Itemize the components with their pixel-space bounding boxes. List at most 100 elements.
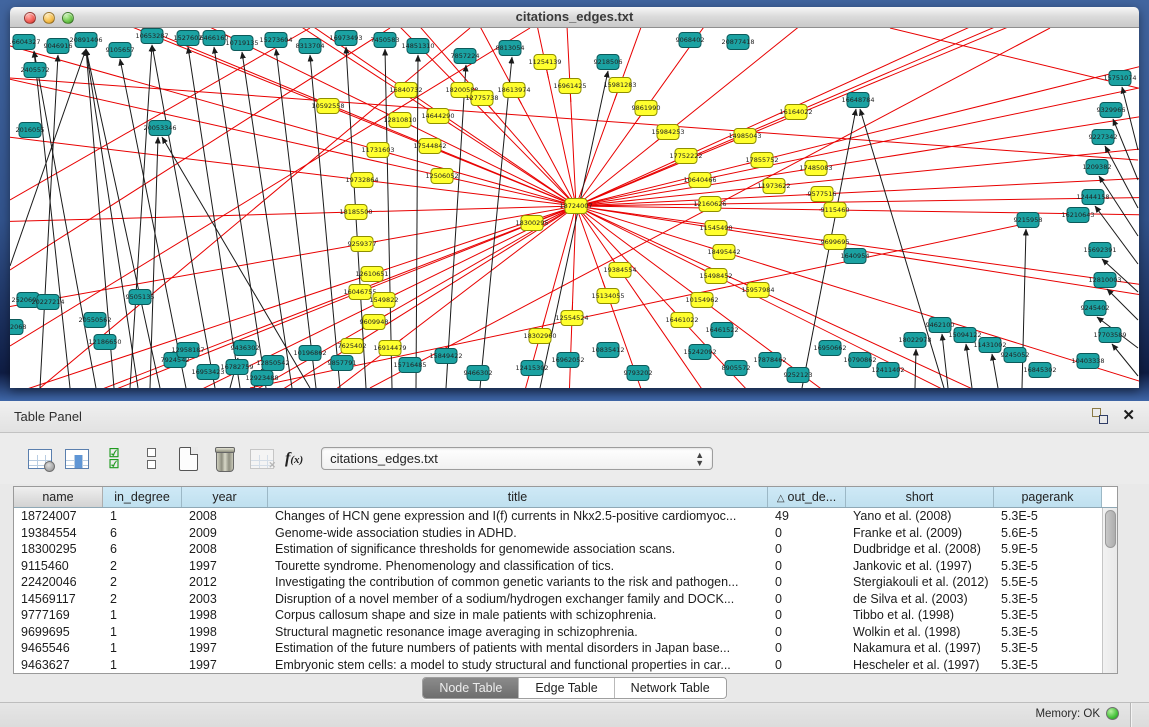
node-10403338[interactable]: 10403338 — [1071, 354, 1104, 369]
tab-network-table[interactable]: Network Table — [615, 678, 726, 698]
node-14851310[interactable]: 14851310 — [401, 39, 434, 54]
selected-node-11254139[interactable]: 11254139 — [528, 55, 561, 70]
new-table-icon[interactable] — [174, 445, 202, 473]
selected-node-16961425[interactable]: 16961425 — [553, 79, 586, 94]
column-header-in_degree[interactable]: in_degree — [103, 487, 182, 507]
selected-node-19384554[interactable]: 19384554 — [603, 263, 636, 278]
selected-node-10640466[interactable]: 10640466 — [683, 173, 716, 188]
selected-node-11545490[interactable]: 11545490 — [699, 221, 732, 236]
selected-node-9699695[interactable]: 9699695 — [821, 235, 850, 250]
selected-node-9259377[interactable]: 9259377 — [348, 237, 377, 252]
selected-node-1549822[interactable]: 1549822 — [370, 293, 399, 308]
scrollbar-thumb[interactable] — [1105, 510, 1116, 548]
node-7450583[interactable]: 7450583 — [371, 33, 400, 48]
table-settings-icon[interactable] — [26, 445, 54, 473]
node-17703589[interactable]: 17703589 — [1093, 328, 1126, 343]
node-8905572[interactable]: 8905572 — [722, 361, 751, 376]
table-row[interactable]: 1830029562008Estimation of significance … — [14, 541, 1102, 558]
node-15273604[interactable]: 15273604 — [259, 33, 292, 48]
window-titlebar[interactable]: citations_edges.txt — [10, 7, 1139, 28]
float-panel-icon[interactable] — [1092, 408, 1108, 424]
node-16973493[interactable]: 16973493 — [329, 31, 362, 46]
column-header-name[interactable]: name — [14, 487, 103, 507]
node-8813054[interactable]: 8813054 — [496, 41, 525, 56]
function-builder-icon[interactable]: f(x) — [285, 450, 303, 468]
selected-node-19732864[interactable]: 19732864 — [345, 173, 378, 188]
node-2016055[interactable]: 2016055 — [16, 123, 45, 138]
column-header-year[interactable]: year — [182, 487, 268, 507]
node-16648784[interactable]: 16648784 — [841, 93, 874, 108]
node-20877418[interactable]: 20877418 — [721, 35, 754, 50]
table-row[interactable]: 969969511998Structural magnetic resonanc… — [14, 624, 1102, 641]
close-panel-icon[interactable]: ✕ — [1122, 408, 1135, 424]
node-16962052[interactable]: 16962052 — [551, 353, 584, 368]
node-10835412[interactable]: 10835412 — [591, 343, 624, 358]
selected-node-12506052[interactable]: 12506052 — [425, 169, 458, 184]
table-selector-dropdown[interactable]: citations_edges.txt ▲▼ — [321, 447, 713, 470]
selected-node-16914479[interactable]: 16914479 — [373, 341, 406, 356]
node-1527602[interactable]: 1527602 — [174, 31, 203, 46]
node-17878462[interactable]: 17878462 — [753, 353, 786, 368]
rows-icon[interactable] — [137, 445, 165, 473]
node-20053346[interactable]: 20053346 — [143, 121, 176, 136]
node-9215958[interactable]: 9215958 — [1014, 213, 1043, 228]
selected-node-14644290[interactable]: 14644290 — [421, 109, 454, 124]
selected-node-9861990[interactable]: 9861990 — [632, 101, 661, 116]
column-header-out_de[interactable]: △out_de... — [768, 487, 846, 507]
node-12810003[interactable]: 12810003 — [1088, 273, 1121, 288]
tab-edge-table[interactable]: Edge Table — [519, 678, 614, 698]
node-18022978[interactable]: 18022978 — [898, 333, 931, 348]
node-9218506[interactable]: 9218506 — [594, 55, 623, 70]
node-9857791[interactable]: 9857791 — [328, 356, 357, 371]
table-scrollbar[interactable] — [1102, 508, 1117, 673]
nodes[interactable]: 1872400718300295193845541281081011731603… — [10, 29, 1137, 386]
selected-node-9115460[interactable]: 9115460 — [821, 203, 850, 218]
node-20550562[interactable]: 20550562 — [78, 313, 111, 328]
show-columns-icon[interactable] — [63, 445, 91, 473]
selected-node-11731603[interactable]: 11731603 — [361, 143, 394, 158]
selected-node-17855752[interactable]: 17855752 — [745, 153, 778, 168]
selected-node-17485083[interactable]: 17485083 — [799, 161, 832, 176]
table-row[interactable]: 946554611997Estimation of the future num… — [14, 640, 1102, 657]
node-9592068[interactable]: 9592068 — [10, 320, 26, 335]
node-12411402[interactable]: 12411402 — [871, 363, 904, 378]
node-9227342[interactable]: 9227342 — [1089, 130, 1118, 145]
node-15849422[interactable]: 15849422 — [429, 349, 462, 364]
node-9436302[interactable]: 9436302 — [231, 341, 260, 356]
table-row[interactable]: 911546021997Tourette syndrome. Phenomeno… — [14, 558, 1102, 575]
node-15692391[interactable]: 15692391 — [1083, 243, 1116, 258]
selected-node-15981283[interactable]: 15981283 — [603, 78, 636, 93]
node-15242092[interactable]: 15242092 — [683, 345, 716, 360]
network-view-canvas[interactable]: 1872400718300295193845541281081011731603… — [10, 28, 1139, 388]
table-row[interactable]: 1938455462009Genome-wide association stu… — [14, 525, 1102, 542]
selected-node-18495442[interactable]: 18495442 — [707, 245, 740, 260]
node-16782759[interactable]: 16782759 — [220, 360, 253, 375]
node-9505135[interactable]: 9505135 — [126, 290, 155, 305]
node-16950662[interactable]: 16950662 — [813, 341, 846, 356]
selected-node-18185500[interactable]: 18185500 — [339, 205, 372, 220]
node-9245402[interactable]: 9245402 — [1081, 301, 1110, 316]
node-1640954[interactable]: 1640954 — [841, 249, 870, 264]
selected-node-9577516[interactable]: 9577516 — [808, 187, 837, 202]
node-9245052[interactable]: 9245052 — [1001, 348, 1030, 363]
column-header-short[interactable]: short — [846, 487, 994, 507]
selected-node-12610651[interactable]: 12610651 — [355, 267, 388, 282]
node-12186650[interactable]: 12186650 — [88, 335, 121, 350]
network-graph[interactable]: 1872400718300295193845541281081011731603… — [10, 28, 1139, 388]
table-row[interactable]: 946362711997Embryonic stem cells: a mode… — [14, 657, 1102, 674]
table-row[interactable]: 977716911998Corpus callosum shape and si… — [14, 607, 1102, 624]
table-row[interactable]: 2242004622012Investigating the contribut… — [14, 574, 1102, 591]
node-15751074[interactable]: 15751074 — [1103, 71, 1136, 86]
node-2405572[interactable]: 2405572 — [21, 63, 50, 78]
node-9105657[interactable]: 9105657 — [106, 43, 135, 58]
column-header-pagerank[interactable]: pagerank — [994, 487, 1102, 507]
node-9329966[interactable]: 9329966 — [1097, 103, 1126, 118]
table-row[interactable]: 1456911722003Disruption of a novel membe… — [14, 591, 1102, 608]
node-7857224[interactable]: 7857224 — [451, 49, 480, 64]
tab-node-table[interactable]: Node Table — [423, 678, 519, 698]
node-15716485[interactable]: 15716485 — [393, 358, 426, 373]
node-9068402[interactable]: 9068402 — [676, 33, 705, 48]
node-16461522[interactable]: 16461522 — [705, 323, 738, 338]
table-row[interactable]: 1872400712008Changes of HCN gene express… — [14, 508, 1102, 525]
node-12444158[interactable]: 12444158 — [1076, 190, 1109, 205]
